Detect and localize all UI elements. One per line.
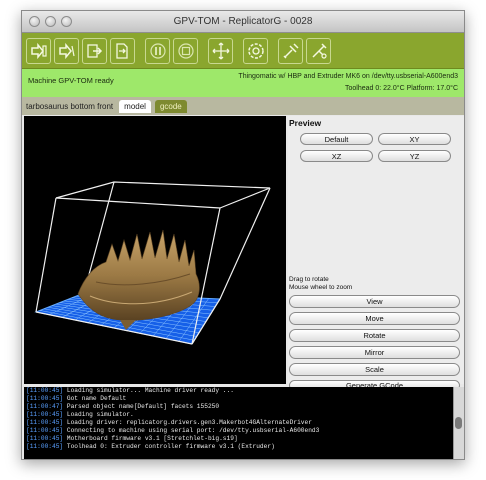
xy-view-button[interactable]: XY xyxy=(378,133,451,145)
console-timestamp: [11:00:45] xyxy=(26,395,64,402)
console-message: Motherboard firmware v3.1 [Stretchlet-bi… xyxy=(63,435,238,442)
console-line: [11:00:45] Connecting to machine using s… xyxy=(26,427,319,435)
title-bar: GPV-TOM - ReplicatorG - 0028 xyxy=(22,11,464,33)
build-to-file-button[interactable] xyxy=(110,37,135,64)
reset-button[interactable] xyxy=(243,37,268,64)
console-line: [11:00:45] Loading driver: replicatorg.d… xyxy=(26,419,319,427)
machine-status-bar: Machine GPV-TOM ready Thingomatic w/ HBP… xyxy=(22,69,464,97)
console-log[interactable]: [11:00:45] Loading simulator... Machine … xyxy=(24,387,464,459)
zoom-button[interactable] xyxy=(61,16,72,27)
build-icon xyxy=(86,43,102,58)
console-message: Got name Default xyxy=(63,395,127,402)
window-controls xyxy=(29,16,72,27)
file-title: tarbosaurus bottom front xyxy=(26,101,114,111)
toolbar xyxy=(22,33,464,69)
console-timestamp: [11:00:45] xyxy=(26,427,64,434)
stop-icon xyxy=(177,42,194,59)
machine-connect-icon xyxy=(30,42,47,59)
scale-button[interactable]: Scale xyxy=(289,363,460,376)
build-button[interactable] xyxy=(82,37,107,64)
pause-button[interactable] xyxy=(145,37,170,64)
close-button[interactable] xyxy=(29,16,40,27)
console-timestamp: [11:00:45] xyxy=(26,411,64,418)
build-volume-render xyxy=(34,181,271,345)
machine-info: Thingomatic w/ HBP and Extruder MK6 on /… xyxy=(238,71,458,95)
drag-hint: Drag to rotate xyxy=(289,276,329,283)
console-scrollbar[interactable] xyxy=(453,387,464,459)
console-message: Loading simulator. xyxy=(63,411,134,418)
console-scroll-thumb[interactable] xyxy=(455,417,462,429)
console-timestamp: [11:00:45] xyxy=(26,443,64,450)
console-line: [11:00:45] Motherboard firmware v3.1 [St… xyxy=(26,435,319,443)
tab-gcode[interactable]: gcode xyxy=(154,99,187,113)
zoom-hint: Mouse wheel to zoom xyxy=(289,284,353,291)
machine-disconnect-button[interactable] xyxy=(54,37,79,64)
machine-driver-text: Thingomatic w/ HBP and Extruder MK6 on /… xyxy=(238,73,458,80)
console-message: Connecting to machine using serial port:… xyxy=(63,427,320,434)
preview-heading: Preview xyxy=(289,118,322,128)
console-timestamp: [11:00:45] xyxy=(26,435,64,442)
console-lines: [11:00:45] Loading simulator... Machine … xyxy=(26,387,319,451)
console-message: Parsed object name[Default] facets 15525… xyxy=(63,403,220,410)
console-timestamp: [11:00:47] xyxy=(26,403,64,410)
control-panel-icon xyxy=(282,42,299,59)
view-button[interactable]: View xyxy=(289,295,460,308)
move-button[interactable]: Move xyxy=(289,312,460,325)
console-message: Loading driver: replicatorg.drivers.gen3… xyxy=(63,419,312,426)
yz-view-button[interactable]: YZ xyxy=(378,150,451,162)
mirror-button[interactable]: Mirror xyxy=(289,346,460,359)
console-line: [11:00:45] Toolhead 0: Extruder controll… xyxy=(26,443,319,451)
default-view-button[interactable]: Default xyxy=(300,133,373,145)
console-line: [11:00:45] Loading simulator... Machine … xyxy=(26,387,319,395)
pause-icon xyxy=(149,42,166,59)
machine-disconnect-icon xyxy=(58,42,75,59)
rotate-button[interactable]: Rotate xyxy=(289,329,460,342)
app-window: GPV-TOM - ReplicatorG - 0028 Machine GPV… xyxy=(21,10,465,460)
console-timestamp: [11:00:45] xyxy=(26,419,64,426)
minimize-button[interactable] xyxy=(45,16,56,27)
window-title: GPV-TOM - ReplicatorG - 0028 xyxy=(173,16,313,27)
temperature-text: Toolhead 0: 22.0°C Platform: 17.0°C xyxy=(345,85,458,92)
3d-preview-viewport[interactable] xyxy=(24,116,286,384)
console-timestamp: [11:00:45] xyxy=(26,387,64,394)
tab-model[interactable]: model xyxy=(119,99,151,113)
extruder-icon xyxy=(311,42,327,59)
preview-panel: Preview Default XY XZ YZ Drag to rotate … xyxy=(288,116,464,391)
move-axes-icon xyxy=(212,42,229,59)
machine-connect-button[interactable] xyxy=(26,37,51,64)
reset-icon xyxy=(247,42,264,59)
tab-bar: tarbosaurus bottom front model gcode xyxy=(22,97,464,115)
console-line: [11:00:47] Parsed object name[Default] f… xyxy=(26,403,319,411)
extruder-button[interactable] xyxy=(306,37,331,64)
console-message: Toolhead 0: Extruder controller firmware… xyxy=(63,443,275,450)
control-panel-button[interactable] xyxy=(278,37,303,64)
main-area: Preview Default XY XZ YZ Drag to rotate … xyxy=(22,116,464,391)
console-message: Loading simulator... Machine driver read… xyxy=(63,387,234,394)
build-to-file-icon xyxy=(115,42,128,59)
machine-status-text: Machine GPV-TOM ready xyxy=(28,76,114,85)
stop-button[interactable] xyxy=(173,37,198,64)
move-axes-button[interactable] xyxy=(208,37,233,64)
xz-view-button[interactable]: XZ xyxy=(300,150,373,162)
console-line: [11:00:45] Loading simulator. xyxy=(26,411,319,419)
console-line: [11:00:45] Got name Default xyxy=(26,395,319,403)
